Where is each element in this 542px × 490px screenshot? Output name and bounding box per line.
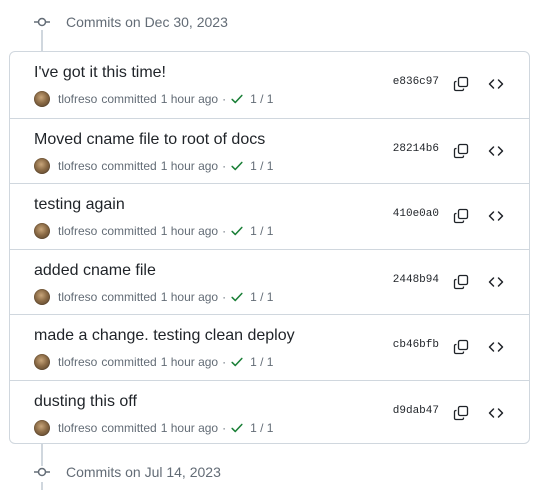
copy-icon <box>453 405 469 420</box>
commit-sha-link[interactable]: e836c97 <box>391 76 439 88</box>
commit-message-link[interactable]: added cname file <box>34 262 156 280</box>
browse-repository-button[interactable] <box>484 335 508 359</box>
committed-label: committed <box>101 355 157 369</box>
avatar[interactable] <box>34 419 50 436</box>
copy-sha-button[interactable] <box>449 72 473 96</box>
copy-sha-button[interactable] <box>449 401 473 425</box>
commit-sha-link[interactable]: 28214b6 <box>391 143 439 155</box>
checks-status[interactable]: 1 / 1 <box>250 92 273 106</box>
code-icon <box>488 407 504 418</box>
browse-repository-button[interactable] <box>484 270 508 294</box>
git-commit-icon <box>34 467 50 477</box>
commit-message-link[interactable]: I've got it this time! <box>34 64 166 82</box>
code-icon <box>488 342 504 352</box>
meta-separator: · <box>222 420 227 435</box>
browse-repository-button[interactable] <box>484 401 508 425</box>
check-icon[interactable] <box>230 355 244 369</box>
check-icon[interactable] <box>230 159 244 173</box>
code-icon <box>488 79 504 89</box>
commit-sha-link[interactable]: cb46bfb <box>391 339 439 351</box>
copy-sha-button[interactable] <box>449 204 473 228</box>
browse-repository-button[interactable] <box>484 72 508 96</box>
commit-message-link[interactable]: Moved cname file to root of docs <box>34 131 265 149</box>
check-icon[interactable] <box>230 290 244 304</box>
avatar[interactable] <box>34 91 50 107</box>
copy-icon <box>453 143 469 158</box>
avatar[interactable] <box>34 288 50 305</box>
avatar[interactable] <box>34 223 50 239</box>
copy-icon <box>453 274 469 289</box>
commit-meta: tlofreso committed 1 hour ago · 1 / 1 <box>34 353 273 371</box>
checks-status[interactable]: 1 / 1 <box>250 224 273 238</box>
commit-sha-link[interactable]: 2448b94 <box>391 274 439 286</box>
meta-separator: · <box>222 289 227 304</box>
commit-row: Moved cname file to root of docs tlofres… <box>10 117 529 184</box>
avatar[interactable] <box>34 157 50 174</box>
relative-time: 1 hour ago <box>160 289 219 304</box>
commit-message-link[interactable]: made a change. testing clean deploy <box>34 327 295 345</box>
avatar[interactable] <box>34 354 50 370</box>
code-icon <box>488 276 504 287</box>
copy-icon <box>453 208 469 224</box>
commit-sha-link[interactable]: 410e0a0 <box>391 208 439 220</box>
commit-meta: tlofreso committed 1 hour ago · 1 / 1 <box>34 90 273 108</box>
author-link[interactable]: tlofreso <box>58 421 97 435</box>
author-link[interactable]: tlofreso <box>58 92 97 106</box>
committed-label: committed <box>101 92 157 106</box>
commit-row: added cname file tlofreso committed 1 ho… <box>10 248 529 315</box>
commit-list: I've got it this time! tlofreso committe… <box>9 51 530 444</box>
checks-status[interactable]: 1 / 1 <box>250 355 273 369</box>
relative-time: 1 hour ago <box>160 158 219 173</box>
committed-label: committed <box>101 158 157 173</box>
commit-message-link[interactable]: dusting this off <box>34 393 137 411</box>
commit-row: dusting this off tlofreso committed 1 ho… <box>10 379 529 444</box>
checks-status[interactable]: 1 / 1 <box>250 290 273 304</box>
copy-icon <box>453 339 469 355</box>
copy-sha-button[interactable] <box>449 335 473 359</box>
relative-time: 1 hour ago <box>160 355 219 369</box>
meta-separator: · <box>222 92 227 106</box>
commit-row: I've got it this time! tlofreso committe… <box>10 52 529 118</box>
git-commit-icon <box>34 17 50 27</box>
commit-meta: tlofreso committed 1 hour ago · 1 / 1 <box>34 157 273 175</box>
timeline-line <box>41 30 43 52</box>
relative-time: 1 hour ago <box>160 420 219 435</box>
check-icon[interactable] <box>230 421 244 435</box>
commit-meta: tlofreso committed 1 hour ago · 1 / 1 <box>34 222 273 240</box>
meta-separator: · <box>222 158 227 173</box>
commit-meta: tlofreso committed 1 hour ago · 1 / 1 <box>34 419 273 437</box>
commit-sha-link[interactable]: d9dab47 <box>391 405 439 417</box>
browse-repository-button[interactable] <box>484 139 508 163</box>
browse-repository-button[interactable] <box>484 204 508 228</box>
code-icon <box>488 211 504 221</box>
copy-sha-button[interactable] <box>449 139 473 163</box>
meta-separator: · <box>222 355 227 369</box>
copy-sha-button[interactable] <box>449 270 473 294</box>
author-link[interactable]: tlofreso <box>58 159 97 173</box>
author-link[interactable]: tlofreso <box>58 290 97 304</box>
commit-group-title: Commits on Jul 14, 2023 <box>66 464 221 480</box>
commit-group-title: Commits on Dec 30, 2023 <box>66 14 228 30</box>
relative-time: 1 hour ago <box>160 224 219 238</box>
commit-row: testing again tlofreso committed 1 hour … <box>10 183 529 249</box>
committed-label: committed <box>101 224 157 238</box>
checks-status[interactable]: 1 / 1 <box>250 421 273 435</box>
timeline-line <box>41 444 43 466</box>
relative-time: 1 hour ago <box>160 92 219 106</box>
meta-separator: · <box>222 224 227 238</box>
commit-row: made a change. testing clean deploy tlof… <box>10 314 529 380</box>
check-icon[interactable] <box>230 92 244 106</box>
timeline-line <box>41 482 43 490</box>
copy-icon <box>453 76 469 92</box>
code-icon <box>488 145 504 156</box>
commit-meta: tlofreso committed 1 hour ago · 1 / 1 <box>34 288 273 306</box>
commit-message-link[interactable]: testing again <box>34 196 125 214</box>
author-link[interactable]: tlofreso <box>58 355 97 369</box>
author-link[interactable]: tlofreso <box>58 224 97 238</box>
checks-status[interactable]: 1 / 1 <box>250 159 273 173</box>
committed-label: committed <box>101 289 157 304</box>
check-icon[interactable] <box>230 224 244 238</box>
committed-label: committed <box>101 420 157 435</box>
